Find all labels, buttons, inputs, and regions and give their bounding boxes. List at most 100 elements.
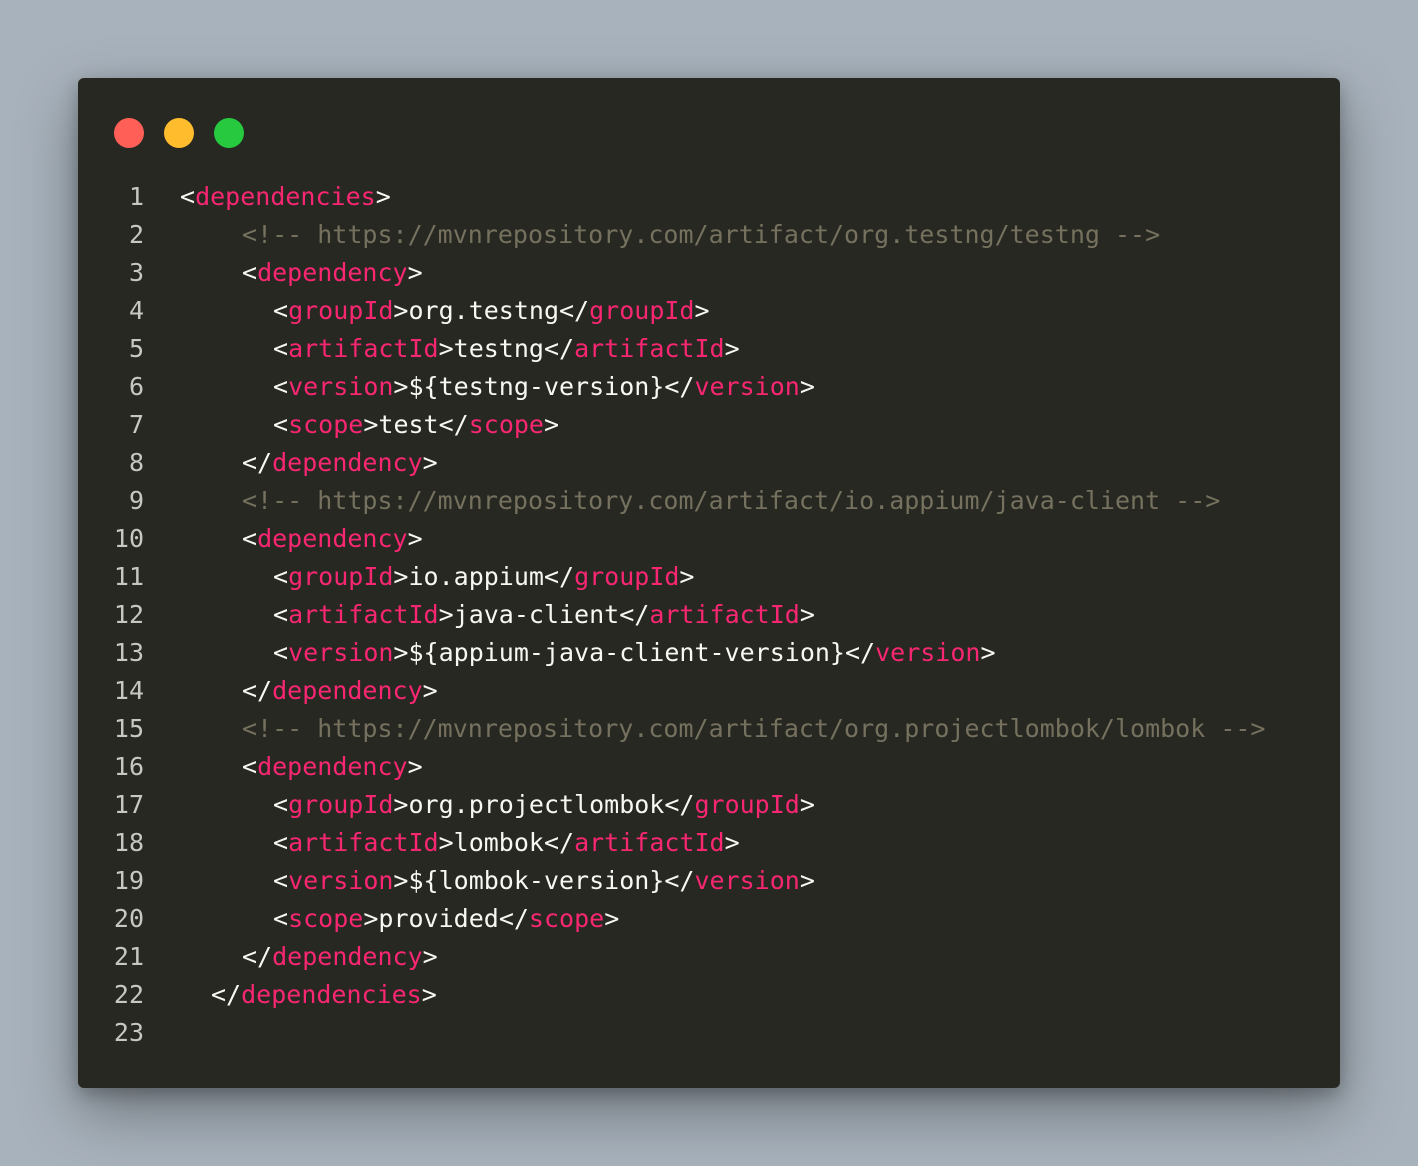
code-token-punctuation: > [422,942,438,971]
line-content: <artifactId>lombok</artifactId> [273,824,740,862]
code-token-comment: <!-- https://mvnrepository.com/artifact/… [242,486,1221,515]
code-token-punctuation: > [407,258,423,287]
code-line: 8 </dependency> [78,444,1340,482]
code-token-punctuation: </ [211,980,242,1009]
line-content: <groupId>org.testng</groupId> [273,292,710,330]
code-line: 23 [78,1014,1340,1052]
code-token-punctuation: > [421,980,437,1009]
line-number: 9 [128,486,144,515]
code-token-tag-name: version [694,866,800,895]
line-number: 2 [128,220,144,249]
code-token-tag-name: groupId [574,562,680,591]
line-number: 17 [113,790,144,819]
code-token-punctuation: </ [242,448,273,477]
code-token-punctuation: </ [543,562,575,591]
code-line: 5 <artifactId>testng</artifactId> [78,330,1340,368]
code-token-punctuation: </ [664,372,695,401]
code-editor: 1 <dependencies> 2 <!-- https://mvnreposito… [78,178,1340,1052]
code-token-text-value: org.testng [408,296,559,325]
code-token-punctuation: > [799,372,815,401]
close-dot-icon[interactable] [114,118,144,148]
code-token-punctuation: </ [543,828,575,857]
code-line: 6 <version>${testng-version}</version> [78,368,1340,406]
code-line: 7 <scope>test</scope> [78,406,1340,444]
code-token-punctuation: > [604,904,620,933]
code-line: 3 <dependency> [78,254,1340,292]
line-number: 1 [128,182,144,211]
code-line: 13 <version>${appium-java-client-version}… [78,634,1340,672]
code-token-punctuation: > [393,296,409,325]
code-token-punctuation: </ [844,638,876,667]
code-token-punctuation: </ [438,410,469,439]
line-number: 20 [113,904,144,933]
code-token-punctuation: < [242,524,258,553]
line-number: 5 [128,334,144,363]
code-token-punctuation: > [799,790,815,819]
code-token-tag-name: dependency [272,942,423,971]
code-token-tag-name: dependencies [195,182,376,211]
code-line: 10 <dependency> [78,520,1340,558]
code-token-punctuation: > [438,828,454,857]
code-token-punctuation: > [393,562,409,591]
code-token-text-value: provided [378,904,499,933]
code-token-punctuation: </ [664,790,695,819]
line-number: 15 [113,714,144,743]
code-line: 14 </dependency> [78,672,1340,710]
line-content: </dependency> [242,672,438,710]
line-number: 19 [113,866,144,895]
code-token-punctuation: </ [664,866,695,895]
line-number: 13 [113,638,144,667]
code-window: 1 <dependencies> 2 <!-- https://mvnreposito… [78,78,1340,1088]
code-token-punctuation: > [422,448,438,477]
code-token-punctuation: < [273,904,289,933]
window-controls [114,118,244,148]
line-content: <version>${testng-version}</version> [273,368,815,406]
code-token-tag-name: dependency [272,676,423,705]
code-line: 1 <dependencies> [78,178,1340,216]
code-token-tag-name: dependencies [241,980,422,1009]
code-token-punctuation: > [407,524,423,553]
line-content: </dependency> [242,938,438,976]
code-token-punctuation: </ [242,942,273,971]
code-line: 22 </dependencies> [78,976,1340,1014]
code-token-punctuation: > [724,828,740,857]
code-token-punctuation: > [407,752,423,781]
code-token-tag-name: groupId [288,790,394,819]
code-token-punctuation: > [980,638,996,667]
code-token-punctuation: < [180,182,196,211]
code-token-punctuation: > [438,600,454,629]
code-token-punctuation: </ [498,904,529,933]
code-line: 9 <!-- https://mvnrepository.com/artifact… [78,482,1340,520]
code-token-comment: <!-- https://mvnrepository.com/artifact/… [242,714,1266,743]
code-token-text-value: java-client [453,600,620,629]
code-token-punctuation: > [799,600,815,629]
line-number: 21 [113,942,144,971]
line-number: 18 [113,828,144,857]
line-content: <dependency> [242,748,423,786]
maximize-dot-icon[interactable] [214,118,244,148]
line-content: <artifactId>testng</artifactId> [273,330,740,368]
code-token-punctuation: < [242,752,258,781]
code-token-punctuation: < [273,410,289,439]
code-token-punctuation: </ [543,334,575,363]
code-token-punctuation: > [363,904,379,933]
line-number: 3 [128,258,144,287]
line-content: <!-- https://mvnrepository.com/artifact/… [242,710,1266,748]
line-number: 12 [113,600,144,629]
line-number: 22 [113,980,144,1009]
code-token-comment: <!-- https://mvnrepository.com/artifact/… [242,220,1161,249]
line-content: <dependency> [242,520,423,558]
line-number: 8 [128,448,144,477]
code-token-punctuation: </ [559,296,590,325]
code-token-punctuation: </ [619,600,650,629]
line-number: 11 [113,562,144,591]
code-token-text-value: org.projectlombok [408,790,665,819]
minimize-dot-icon[interactable] [164,118,194,148]
code-token-text-value: ${lombok-version} [408,866,665,895]
code-token-punctuation: < [273,866,289,895]
code-token-punctuation: < [273,562,289,591]
line-content: </dependency> [242,444,438,482]
code-token-tag-name: artifactId [649,600,800,629]
code-line: 21 </dependency> [78,938,1340,976]
line-content: <!-- https://mvnrepository.com/artifact/… [242,216,1160,254]
